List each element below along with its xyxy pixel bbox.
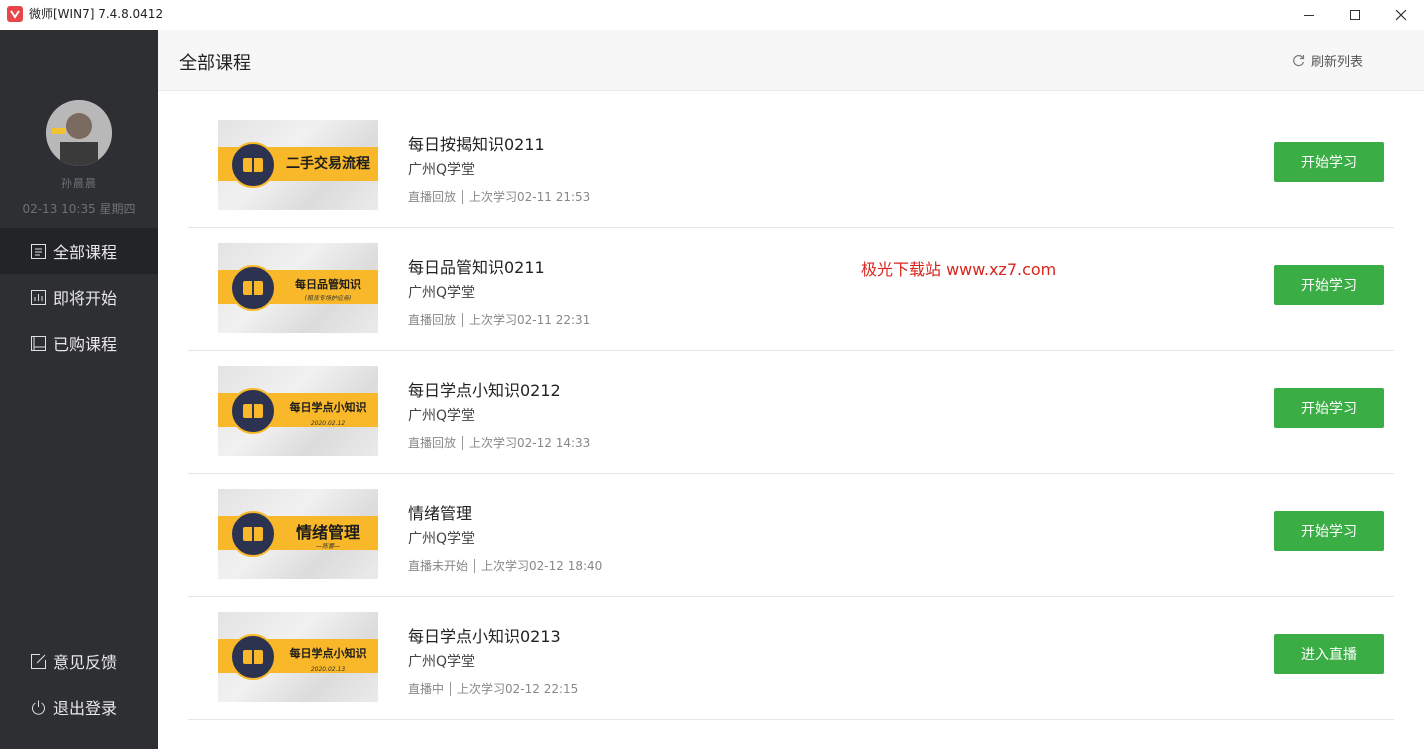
book-icon (230, 265, 276, 311)
thumbnail-banner-sub: 2020.02.12 (310, 420, 346, 427)
course-thumbnail[interactable]: 每日品管知识 (租赁专场护应务) (218, 243, 378, 333)
edit-icon (30, 653, 46, 669)
last-study-time: 上次学习02-11 22:31 (469, 313, 591, 327)
course-item[interactable]: 每日品管知识 (租赁专场护应务) 每日品管知识0211 广州Q学堂 直播回放 上次… (188, 228, 1394, 351)
main-content: 全部课程 刷新列表 二手交易流程 每日按揭知识0211 广州Q学堂 直播回放 上次… (158, 30, 1424, 749)
start-learning-button[interactable]: 开始学习 (1274, 388, 1384, 428)
course-status: 直播回放 (408, 190, 457, 204)
last-study-time: 上次学习02-12 18:40 (481, 559, 603, 573)
thumbnail-banner-text: 每日学点小知识 (289, 647, 367, 660)
course-organization: 广州Q学堂 (408, 654, 476, 670)
book-icon (230, 142, 276, 188)
refresh-label: 刷新列表 (1311, 55, 1364, 70)
bookmark-icon (30, 335, 46, 351)
chart-icon (30, 289, 46, 305)
course-title[interactable]: 每日学点小知识0212 (408, 377, 561, 401)
thumbnail-banner-text: 每日学点小知识 (289, 401, 367, 414)
course-organization: 广州Q学堂 (408, 408, 476, 424)
book-icon (230, 388, 276, 434)
last-study-time: 上次学习02-12 14:33 (469, 436, 591, 450)
nav-item-upcoming[interactable]: 即将开始 (0, 274, 158, 320)
course-title[interactable]: 情绪管理 (408, 500, 472, 524)
course-item[interactable]: 情绪管理 —陈蕾— 情绪管理 广州Q学堂 直播未开始 上次学习02-12 18:4… (188, 474, 1394, 597)
nav-label: 已购课程 (53, 335, 118, 354)
start-learning-button[interactable]: 开始学习 (1274, 511, 1384, 551)
thumbnail-banner-text: 二手交易流程 (286, 156, 370, 172)
course-title[interactable]: 每日按揭知识0211 (408, 131, 545, 155)
thumbnail-banner-text: 每日品管知识 (295, 278, 361, 291)
close-button[interactable] (1378, 0, 1424, 30)
last-study-time: 上次学习02-11 21:53 (469, 190, 591, 204)
app-logo-icon (7, 6, 23, 22)
course-meta: 直播回放 上次学习02-11 22:31 (408, 311, 590, 328)
nav-item-purchased[interactable]: 已购课程 (0, 320, 158, 366)
course-item[interactable]: 二手交易流程 每日按揭知识0211 广州Q学堂 直播回放 上次学习02-11 21… (188, 105, 1394, 228)
page-title: 全部课程 (179, 53, 251, 74)
thumbnail-banner-sub: (租赁专场护应务) (304, 295, 352, 302)
refresh-list-button[interactable]: 刷新列表 (1292, 51, 1363, 70)
enter-live-button[interactable]: 进入直播 (1274, 634, 1384, 674)
course-organization: 广州Q学堂 (408, 285, 476, 301)
book-icon (230, 511, 276, 557)
course-status: 直播回放 (408, 313, 457, 327)
current-datetime: 02-13 10:35 星期四 (22, 202, 136, 216)
nav-item-feedback[interactable]: 意见反馈 (0, 638, 158, 684)
course-organization: 广州Q学堂 (408, 162, 476, 178)
window-title: 微师[WIN7] 7.4.8.0412 (29, 7, 164, 21)
course-meta: 直播未开始 上次学习02-12 18:40 (408, 557, 602, 574)
course-meta: 直播回放 上次学习02-12 14:33 (408, 434, 590, 451)
minimize-icon (1304, 15, 1314, 16)
course-organization: 广州Q学堂 (408, 531, 476, 547)
last-study-time: 上次学习02-12 22:15 (457, 682, 579, 696)
course-item[interactable]: 每日学点小知识 2020.02.12 每日学点小知识0212 广州Q学堂 直播回… (188, 351, 1394, 474)
course-status: 直播回放 (408, 436, 457, 450)
start-learning-button[interactable]: 开始学习 (1274, 142, 1384, 182)
course-status: 直播未开始 (408, 559, 469, 573)
nav-label: 退出登录 (53, 699, 118, 718)
list-icon (30, 243, 46, 259)
course-thumbnail[interactable]: 二手交易流程 (218, 120, 378, 210)
course-thumbnail[interactable]: 每日学点小知识 2020.02.12 (218, 366, 378, 456)
nav-label: 即将开始 (53, 289, 118, 308)
nav-label: 意见反馈 (53, 653, 118, 672)
course-status: 直播中 (408, 682, 445, 696)
page-header: 全部课程 刷新列表 (158, 30, 1424, 91)
nav-label: 全部课程 (53, 243, 118, 262)
watermark-text: 极光下载站 www.xz7.com (861, 260, 1057, 279)
course-meta: 直播中 上次学习02-12 22:15 (408, 680, 578, 697)
username: 孙晨晨 (61, 177, 97, 190)
course-meta: 直播回放 上次学习02-11 21:53 (408, 188, 590, 205)
thumbnail-banner-text: 情绪管理 (295, 523, 360, 542)
course-title[interactable]: 每日品管知识0211 (408, 254, 545, 278)
refresh-icon (1293, 54, 1305, 67)
course-item[interactable]: 每日学点小知识 2020.02.13 每日学点小知识0213 广州Q学堂 直播中… (188, 597, 1394, 720)
nav-item-all-courses[interactable]: 全部课程 (0, 228, 158, 274)
thumbnail-banner-sub: 2020.02.13 (310, 666, 346, 673)
course-title[interactable]: 每日学点小知识0213 (408, 623, 561, 647)
thumbnail-banner-sub: —陈蕾— (315, 543, 340, 550)
nav-item-logout[interactable]: 退出登录 (0, 684, 158, 730)
maximize-icon (1350, 10, 1360, 20)
power-icon (30, 699, 46, 715)
book-icon (230, 634, 276, 680)
course-thumbnail[interactable]: 每日学点小知识 2020.02.13 (218, 612, 378, 702)
start-learning-button[interactable]: 开始学习 (1274, 265, 1384, 305)
sidebar: 孙晨晨 02-13 10:35 星期四 全部课程 即将开始 已购课程 意见反馈 … (0, 30, 158, 749)
close-icon (1395, 9, 1407, 21)
minimize-button[interactable] (1286, 0, 1332, 30)
course-thumbnail[interactable]: 情绪管理 —陈蕾— (218, 489, 378, 579)
title-bar: 微师[WIN7] 7.4.8.0412 (0, 0, 1424, 30)
maximize-button[interactable] (1332, 0, 1378, 30)
avatar[interactable] (46, 100, 112, 166)
